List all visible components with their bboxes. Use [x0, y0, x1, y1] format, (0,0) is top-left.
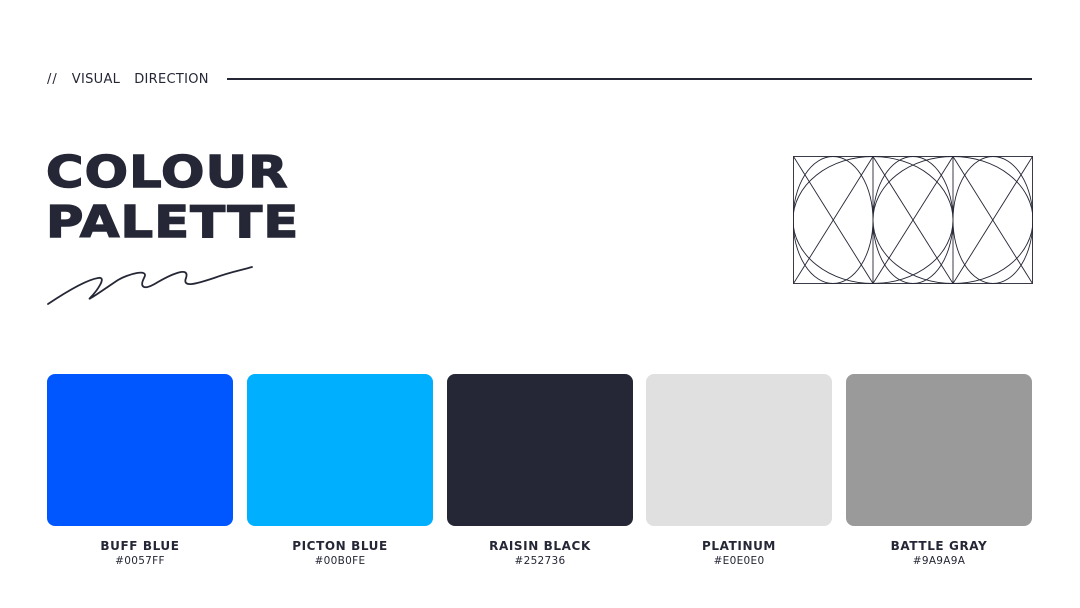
geometric-grid-circles-icon — [793, 156, 1033, 284]
page-title: COLOUR PALETTE — [45, 147, 300, 248]
swatch-picton-blue — [247, 374, 433, 526]
swatch-hex: #E0E0E0 — [713, 555, 765, 567]
swatch-label-platinum: PLATINUM #E0E0E0 — [646, 539, 832, 568]
swatch-name: RAISIN BLACK — [489, 539, 591, 553]
swatch-battle-gray — [846, 374, 1032, 526]
swatch-name: BUFF BLUE — [100, 539, 180, 553]
swatch-raisin-black — [447, 374, 633, 526]
swatch-buff-blue — [47, 374, 233, 526]
swatch-hex: #9A9A9A — [912, 555, 966, 567]
hand-drawn-squiggle-icon — [47, 266, 253, 305]
title-line-2: PALETTE — [45, 197, 300, 248]
header-word-visual: VISUAL — [71, 71, 121, 87]
swatch-name: BATTLE GRAY — [890, 539, 988, 553]
swatch-label-buff-blue: BUFF BLUE #0057FF — [47, 539, 233, 568]
section-header: // VISUAL DIRECTION — [47, 70, 1032, 88]
swatch-hex: #252736 — [514, 555, 566, 567]
swatch-hex: #0057FF — [115, 555, 165, 567]
header-divider — [226, 78, 1032, 80]
title-line-1: COLOUR — [45, 147, 289, 198]
swatch-platinum — [646, 374, 832, 526]
header-prefix: // — [47, 71, 58, 87]
swatch-label-battle-gray: BATTLE GRAY #9A9A9A — [846, 539, 1032, 568]
swatch-label-picton-blue: PICTON BLUE #00B0FE — [247, 539, 433, 568]
swatch-name: PICTON BLUE — [292, 539, 388, 553]
swatch-name: PLATINUM — [702, 539, 776, 553]
header-word-direction: DIRECTION — [134, 71, 209, 87]
swatch-hex: #00B0FE — [314, 555, 366, 567]
swatch-label-raisin-black: RAISIN BLACK #252736 — [447, 539, 633, 568]
